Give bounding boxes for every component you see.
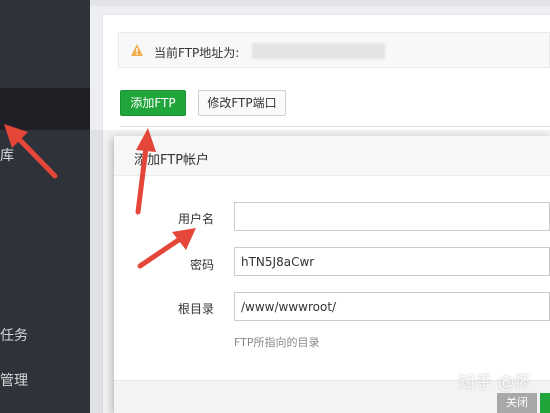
close-button[interactable]: 关闭 bbox=[497, 393, 537, 413]
modify-ftp-port-button[interactable]: 修改FTP端口 bbox=[198, 90, 286, 116]
add-ftp-button[interactable]: 添加FTP bbox=[120, 90, 186, 116]
username-input[interactable] bbox=[234, 202, 550, 231]
watermark: 知乎 @怀 bbox=[458, 373, 532, 393]
ftp-address-redacted bbox=[252, 43, 385, 59]
sidebar-item-manage[interactable]: 管理 bbox=[0, 370, 28, 390]
sidebar-item-tasks[interactable]: 任务 bbox=[0, 325, 28, 345]
sidebar: 库 任务 管理 bbox=[0, 0, 90, 413]
root-directory-label: 根目录 bbox=[177, 302, 214, 316]
ftp-address-label: 当前FTP地址为: bbox=[154, 46, 240, 60]
username-label: 用户名 bbox=[177, 212, 214, 226]
warning-triangle-icon bbox=[131, 44, 143, 56]
root-directory-hint: FTP所指向的目录 bbox=[234, 336, 320, 349]
root-directory-input[interactable] bbox=[234, 292, 550, 321]
sidebar-item-active[interactable] bbox=[0, 88, 90, 130]
sidebar-item-database[interactable]: 库 bbox=[0, 145, 14, 165]
dialog-header: 添加FTP帐户 bbox=[114, 136, 550, 176]
dialog-title: 添加FTP帐户 bbox=[134, 153, 210, 168]
main-topbar bbox=[90, 0, 550, 6]
password-label: 密码 bbox=[189, 258, 214, 272]
password-input[interactable] bbox=[234, 247, 550, 276]
submit-button[interactable] bbox=[540, 393, 550, 413]
